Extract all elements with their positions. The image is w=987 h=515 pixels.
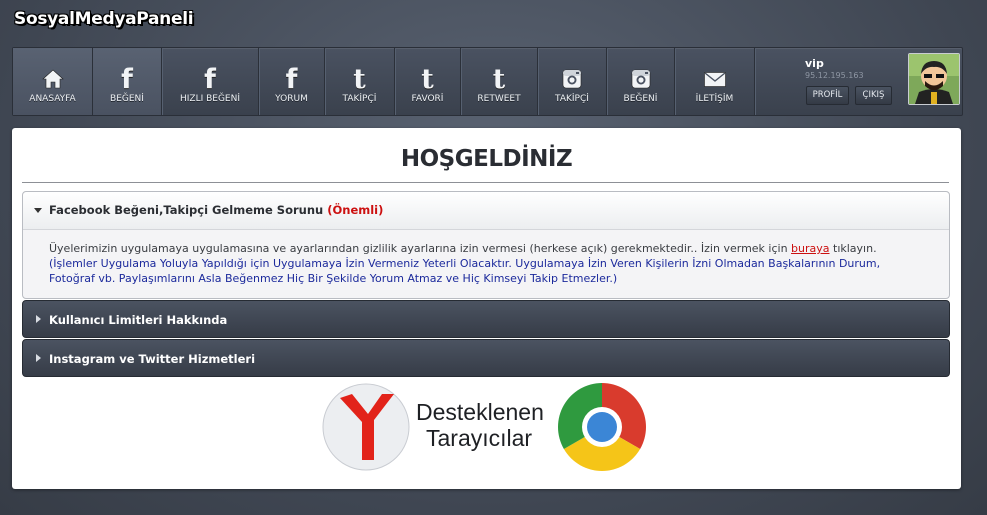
nav-instagram-follower[interactable]: TAKİPÇİ <box>538 48 607 115</box>
nav-home[interactable]: ANASAYFA <box>13 48 93 115</box>
yandex-browser-icon <box>322 383 410 471</box>
main-navbar: ANASAYFA f BEĞENİ f HIZLI BEĞENİ f YORUM… <box>12 47 963 116</box>
accordion-title: Facebook Beğeni,Takipçi Gelmeme Sorunu (… <box>49 203 383 217</box>
caret-right-icon <box>36 354 41 362</box>
nav-label: RETWEET <box>477 94 521 104</box>
avatar-image <box>909 54 959 104</box>
accordion-title: Instagram ve Twitter Hizmetleri <box>49 352 256 366</box>
facebook-icon: f <box>204 63 216 95</box>
accordion-instagram-twitter[interactable]: Instagram ve Twitter Hizmetleri <box>22 339 950 377</box>
accordion-body-text-end: tıklayın. <box>829 242 877 255</box>
important-badge: (Önemli) <box>327 203 384 217</box>
instagram-icon <box>538 66 606 92</box>
main-content: HOŞGELDİNİZ Facebook Beğeni,Takipçi Gelm… <box>12 128 961 489</box>
logout-button[interactable]: ÇIKIŞ <box>855 86 892 105</box>
nav-twitter-follower[interactable]: t TAKİPÇİ <box>325 48 395 115</box>
facebook-icon: f <box>121 63 133 95</box>
nav-label: HIZLI BEĞENİ <box>179 94 241 104</box>
instagram-icon <box>607 66 674 92</box>
profile-button[interactable]: PROFİL <box>806 86 849 105</box>
caret-right-icon <box>36 315 41 323</box>
caret-down-icon <box>34 208 42 213</box>
accordion-facebook-issue: Facebook Beğeni,Takipçi Gelmeme Sorunu (… <box>22 191 950 299</box>
nav-label: ANASAYFA <box>29 94 76 104</box>
nav-facebook-comment[interactable]: f YORUM <box>259 48 325 115</box>
nav-instagram-like[interactable]: BEĞENİ <box>607 48 675 115</box>
twitter-icon: t <box>353 63 366 95</box>
nav-label: BEĞENİ <box>110 94 144 104</box>
page-title: HOŞGELDİNİZ <box>400 146 573 172</box>
nav-contact[interactable]: İLETİŞİM <box>675 48 755 115</box>
nav-label: FAVORİ <box>411 94 444 104</box>
user-ip-address: 95.12.195.163 <box>805 71 864 80</box>
divider <box>22 182 949 183</box>
nav-label: YORUM <box>275 94 308 104</box>
site-logo[interactable]: SosyalMedyaPaneli <box>14 9 194 29</box>
accordion-title: Kullanıcı Limitleri Hakkında <box>49 313 228 327</box>
nav-facebook-like[interactable]: f BEĞENİ <box>93 48 162 115</box>
accordion-body-text: Üyelerimizin uygulamaya uygulamasına ve … <box>49 242 792 255</box>
accordion-title-text: Facebook Beğeni,Takipçi Gelmeme Sorunu <box>49 203 324 217</box>
facebook-icon: f <box>285 63 298 95</box>
browsers-label-line1: Desteklenen <box>416 399 544 425</box>
username: vip <box>805 57 824 70</box>
nav-label: İLETİŞİM <box>695 94 734 104</box>
accordion-body: Üyelerimizin uygulamaya uygulamasına ve … <box>49 241 929 286</box>
browsers-label-line2: Tarayıcılar <box>426 425 532 451</box>
accordion-note: (İşlemler Uygulama Yoluyla Yapıldığı içi… <box>49 257 881 285</box>
home-icon <box>13 66 92 92</box>
nav-label: BEĞENİ <box>623 94 658 104</box>
accordion-header-facebook-issue[interactable]: Facebook Beğeni,Takipçi Gelmeme Sorunu (… <box>23 192 949 230</box>
supported-browsers-banner: Desteklenen Tarayıcılar <box>322 380 652 475</box>
accordion-user-limits[interactable]: Kullanıcı Limitleri Hakkında <box>22 300 950 338</box>
nav-label: TAKİPÇİ <box>555 94 589 104</box>
chrome-browser-icon <box>558 383 646 471</box>
nav-label: TAKİPÇİ <box>342 94 377 104</box>
nav-facebook-fast-like[interactable]: f HIZLI BEĞENİ <box>162 48 259 115</box>
permission-link[interactable]: buraya <box>791 242 829 255</box>
mail-icon <box>675 66 754 92</box>
twitter-icon: t <box>492 63 506 95</box>
twitter-icon: t <box>421 63 434 95</box>
nav-twitter-favorite[interactable]: t FAVORİ <box>395 48 461 115</box>
nav-twitter-retweet[interactable]: t RETWEET <box>461 48 538 115</box>
avatar[interactable] <box>908 53 960 105</box>
